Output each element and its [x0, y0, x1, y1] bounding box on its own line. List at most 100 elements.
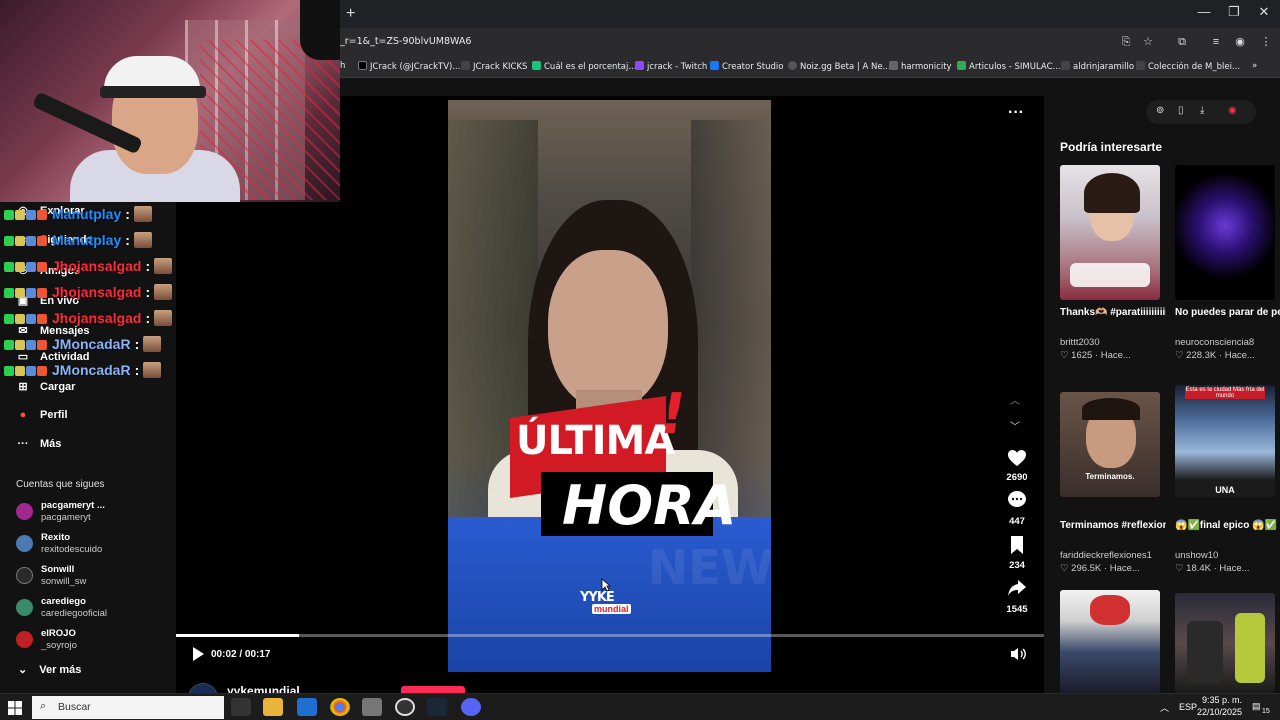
chat-badge-icon	[37, 288, 47, 298]
chat-badge-icon	[4, 366, 14, 376]
bookmark-item[interactable]: h	[340, 61, 345, 71]
chat-badge-icon	[15, 210, 25, 220]
notification-count: 15	[1262, 708, 1270, 715]
close-icon[interactable]: ✕	[1254, 4, 1274, 20]
bookmark-item[interactable]: Articulos - SIMULAC...	[957, 61, 1061, 72]
chat-badge-icon	[15, 236, 25, 246]
chat-separator: :	[145, 310, 151, 326]
like-heart-icon[interactable]	[1006, 448, 1028, 468]
progress-bar[interactable]	[176, 634, 1044, 637]
rec-thumbnail[interactable]	[1175, 165, 1275, 300]
see-more-button[interactable]: ⌄ Ver más	[18, 663, 81, 676]
bookmark-star-icon[interactable]: ☆	[1140, 34, 1156, 50]
followed-account[interactable]: Sonwill sonwill_sw	[16, 564, 176, 592]
rec-thumbnail[interactable]	[1175, 593, 1275, 693]
chat-badge-icon	[4, 210, 14, 220]
chrome-icon[interactable]	[330, 698, 350, 716]
nav-mas[interactable]: ··· Más	[16, 438, 62, 450]
chat-badge-icon	[26, 314, 36, 324]
bookmark-item[interactable]: Cuál es el porcentaj...	[532, 61, 636, 72]
chevron-down-icon[interactable]: ﹀	[1010, 418, 1020, 433]
clock-time[interactable]: 9:35 p. m.	[1196, 695, 1242, 705]
download-icon[interactable]: ⤓	[1200, 105, 1204, 116]
chat-badge-icon	[15, 314, 25, 324]
bookmark-item[interactable]: Colección de M_blei...	[1136, 61, 1240, 72]
volume-icon[interactable]	[1009, 646, 1027, 662]
new-tab-button[interactable]: +	[346, 5, 362, 23]
media-controls-icon[interactable]: ≡	[1208, 34, 1224, 50]
rec-thumbnail[interactable]	[1060, 590, 1160, 693]
clock-date[interactable]: 22/10/2025	[1196, 707, 1242, 717]
bookmark-item[interactable]: Noiz.gg Beta | A Ne...	[788, 61, 891, 72]
minimize-icon[interactable]: —	[1194, 4, 1214, 19]
rec-title[interactable]: 😱✅final epico 😱✅ esta es la ciuda...	[1175, 518, 1280, 533]
chevron-up-icon[interactable]: ︿	[1010, 392, 1020, 407]
chat-badge-icon	[15, 366, 25, 376]
profile-icon: ●	[19, 409, 27, 421]
heart-icon: ♡	[1060, 563, 1072, 574]
avatar	[16, 503, 33, 520]
rec-user[interactable]: fariddieckreflexiones1	[1060, 550, 1152, 561]
bookmark-item[interactable]: harmonicity	[889, 61, 952, 72]
profile-icon[interactable]: ◉	[1232, 34, 1248, 50]
more-options-icon[interactable]: ···	[1008, 104, 1024, 122]
bookmark-item[interactable]: aldrinjaramillo	[1061, 61, 1134, 72]
chat-badge-icon	[4, 288, 14, 298]
chat-emote-icon	[133, 232, 152, 248]
user-avatar-icon[interactable]: ◉	[1228, 105, 1237, 116]
bookmark-item[interactable]: jcrack - Twitch	[635, 61, 707, 72]
rec-title[interactable]: Terminamos #reflexionesdelavi...	[1060, 518, 1166, 533]
browser-menu-icon[interactable]: ⋮	[1258, 34, 1274, 50]
obs-icon[interactable]	[395, 698, 415, 716]
notification-icon[interactable]: ▤	[1252, 701, 1261, 712]
install-app-icon[interactable]: ⎘	[1118, 34, 1134, 50]
maximize-icon[interactable]: ❐	[1224, 4, 1244, 20]
rec-title[interactable]: Thanks🫶🏼 #paratiiiiiiiiiiiiiiiiiii...	[1060, 305, 1166, 320]
heart-icon: ♡	[1175, 350, 1187, 361]
tray-chevron-icon[interactable]: ︿	[1160, 701, 1169, 714]
app-icon[interactable]	[362, 698, 382, 716]
followed-account[interactable]: carediego carediegooficial	[16, 596, 176, 624]
chat-badge-icon	[37, 262, 47, 272]
bookmark-item[interactable]: JCrack (@JCrackTV)...	[358, 61, 460, 72]
outlook-icon[interactable]	[297, 698, 317, 716]
extensions-icon[interactable]: ⧉	[1174, 34, 1190, 50]
chat-badge-icon	[4, 314, 14, 324]
rec-user[interactable]: unshow10	[1175, 550, 1218, 561]
rec-thumbnail[interactable]: Esta es la ciudad Más fría del mundo UNA	[1175, 385, 1275, 497]
language-indicator[interactable]: ESP	[1179, 702, 1197, 712]
avatar	[16, 631, 33, 648]
rec-title[interactable]: No puedes parar de pensar en tu ex....	[1175, 305, 1280, 320]
comment-icon[interactable]	[1006, 490, 1028, 510]
share-icon[interactable]	[1006, 578, 1028, 598]
taskbar-search[interactable]: ⌕ Buscar	[32, 696, 224, 719]
bookmark-item[interactable]: JCrack KICKS	[461, 61, 527, 72]
followed-account[interactable]: pacgameryt ... pacgameryt	[16, 500, 176, 528]
rec-user[interactable]: neuroconsciencia8	[1175, 337, 1254, 348]
device-icon[interactable]: ▯	[1178, 105, 1184, 116]
steam-icon[interactable]	[427, 698, 447, 716]
avatar	[16, 567, 33, 584]
bookmarks-overflow-icon[interactable]: »	[1252, 61, 1257, 71]
task-view-icon[interactable]	[231, 698, 251, 716]
play-icon[interactable]	[190, 646, 206, 662]
chat-separator: :	[145, 258, 151, 274]
followed-account[interactable]: elROJO _soyrojo	[16, 628, 176, 656]
rec-thumbnail[interactable]: Terminamos.	[1060, 392, 1160, 497]
rec-stats: ♡ 296.5K · Hace...	[1060, 563, 1140, 574]
url-text[interactable]: _r=1&_t=ZS-90blvUM8WA6	[340, 36, 471, 47]
windows-start-icon[interactable]	[8, 701, 22, 715]
nav-perfil[interactable]: ● Perfil	[16, 409, 68, 421]
coin-icon[interactable]: ⊚	[1156, 105, 1164, 116]
followed-account[interactable]: Rexito rexitodescuido	[16, 532, 176, 560]
avatar	[16, 599, 33, 616]
chat-message: Jhojansalgad:	[4, 310, 173, 332]
file-explorer-icon[interactable]	[263, 698, 283, 716]
chat-badge-icon	[4, 262, 14, 272]
discord-icon[interactable]	[461, 698, 481, 716]
bookmark-item[interactable]: Creator Studio	[710, 61, 783, 72]
bookmark-icon[interactable]	[1006, 535, 1028, 555]
rec-user[interactable]: brittt2030	[1060, 337, 1100, 348]
chat-message: Manutplay:	[4, 232, 152, 254]
rec-thumbnail[interactable]	[1060, 165, 1160, 300]
